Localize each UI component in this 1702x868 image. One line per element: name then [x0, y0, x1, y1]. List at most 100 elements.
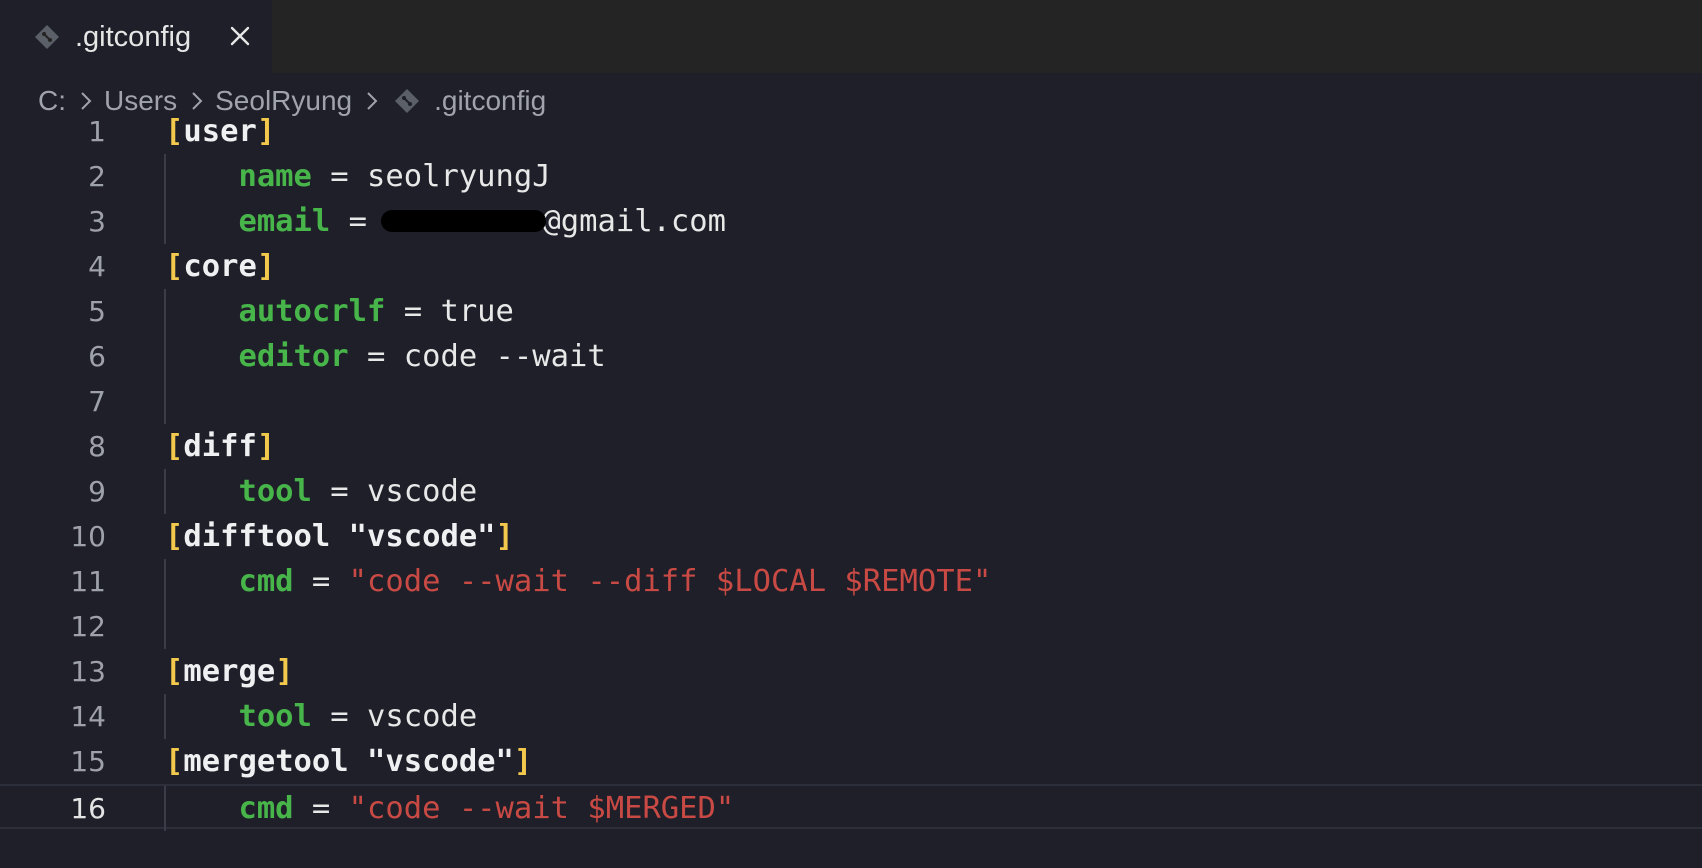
config-string-value: "code --wait --diff $LOCAL $REMOTE": [348, 564, 992, 599]
code-content: [user]: [165, 109, 275, 154]
assign-operator: =: [311, 159, 367, 194]
code-line[interactable]: 7: [0, 379, 1702, 424]
code-content: [core]: [165, 244, 275, 289]
git-file-icon: [35, 25, 59, 49]
assign-operator: =: [330, 204, 386, 239]
config-key: email: [238, 204, 331, 239]
code-content: name = seolryungJ: [165, 154, 551, 199]
redaction-mark: [381, 209, 547, 232]
section-name: difftool "vscode": [183, 519, 496, 554]
config-key: editor: [238, 339, 349, 374]
code-content: [mergetool "vscode"]: [165, 739, 532, 784]
config-value: vscode: [367, 699, 478, 734]
section-name: mergetool "vscode": [183, 744, 514, 779]
line-number: 12: [70, 610, 106, 643]
config-key: tool: [238, 474, 312, 509]
code-content: editor = code --wait: [165, 334, 606, 379]
code-line[interactable]: 2 name = seolryungJ: [0, 154, 1702, 199]
code-line[interactable]: 3 email = @gmail.com: [0, 199, 1702, 244]
indent-guide: [164, 379, 166, 424]
section-bracket-open: [: [165, 249, 184, 284]
section-name: diff: [183, 429, 257, 464]
code-content: tool = vscode: [165, 469, 477, 514]
code-content: cmd = "code --wait --diff $LOCAL $REMOTE…: [165, 559, 991, 604]
tab-title: .gitconfig: [75, 21, 192, 53]
line-number: 14: [70, 700, 106, 733]
code-line[interactable]: 4 [core]: [0, 244, 1702, 289]
assign-operator: =: [293, 791, 349, 826]
section-bracket-close: ]: [495, 519, 514, 554]
config-key: cmd: [238, 791, 294, 826]
section-name: user: [183, 114, 257, 149]
section-bracket-open: [: [165, 519, 184, 554]
config-key: tool: [238, 699, 312, 734]
line-number: 8: [88, 430, 106, 463]
section-bracket-open: [: [165, 654, 184, 689]
line-number: 6: [88, 340, 106, 373]
config-string-value: "code --wait $MERGED": [348, 791, 735, 826]
code-line[interactable]: 14 tool = vscode: [0, 694, 1702, 739]
code-line[interactable]: 16 cmd = "code --wait $MERGED": [0, 784, 1702, 831]
line-number: 2: [88, 160, 106, 193]
line-number: 11: [70, 565, 106, 598]
code-line[interactable]: 13 [merge]: [0, 649, 1702, 694]
section-bracket-close: ]: [256, 249, 276, 284]
line-number: 16: [70, 792, 106, 825]
line-number: 3: [88, 205, 106, 238]
line-number: 5: [88, 295, 106, 328]
section-name: core: [183, 249, 257, 284]
code-line[interactable]: 5 autocrlf = true: [0, 289, 1702, 334]
code-content: [merge]: [165, 649, 294, 694]
code-line[interactable]: 11 cmd = "code --wait --diff $LOCAL $REM…: [0, 559, 1702, 604]
section-bracket-open: [: [165, 744, 184, 779]
line-number: 15: [70, 745, 106, 778]
code-content: email = @gmail.com: [165, 199, 726, 244]
config-value: vscode: [367, 474, 478, 509]
section-bracket-close: ]: [256, 429, 276, 464]
tab-gitconfig[interactable]: .gitconfig: [0, 0, 272, 73]
code-line[interactable]: 6 editor = code --wait: [0, 334, 1702, 379]
code-line[interactable]: 9 tool = vscode: [0, 469, 1702, 514]
code-content: cmd = "code --wait $MERGED": [165, 786, 734, 831]
indent-guide: [164, 604, 166, 649]
code-line[interactable]: 10 [difftool "vscode"]: [0, 514, 1702, 559]
line-number: 13: [70, 655, 106, 688]
close-icon[interactable]: [226, 22, 254, 50]
line-number: 1: [88, 115, 106, 148]
line-number: 7: [88, 385, 106, 418]
code-line[interactable]: 12: [0, 604, 1702, 649]
line-number: 9: [88, 475, 106, 508]
code-line[interactable]: 15 [mergetool "vscode"]: [0, 739, 1702, 784]
config-value: @gmail.com: [542, 204, 727, 239]
code-line[interactable]: 1 [user]: [0, 109, 1702, 154]
section-bracket-close: ]: [256, 114, 276, 149]
config-value: seolryungJ: [367, 159, 551, 194]
section-name: merge: [183, 654, 276, 689]
assign-operator: =: [311, 699, 367, 734]
assign-operator: =: [385, 294, 441, 329]
config-value: true: [440, 294, 514, 329]
section-bracket-open: [: [165, 429, 184, 464]
code-editor[interactable]: 1 [user] 2 name = seolryungJ 3 email = @gma…: [0, 114, 1702, 868]
assign-operator: =: [311, 474, 367, 509]
tab-bar: .gitconfig: [0, 0, 1702, 73]
config-key: cmd: [238, 564, 294, 599]
code-content: [difftool "vscode"]: [165, 514, 514, 559]
code-content: autocrlf = true: [165, 289, 514, 334]
section-bracket-open: [: [165, 114, 184, 149]
config-key: autocrlf: [238, 294, 386, 329]
config-key: name: [238, 159, 312, 194]
code-line[interactable]: 8 [diff]: [0, 424, 1702, 469]
config-value: code --wait: [403, 339, 606, 374]
assign-operator: =: [348, 339, 404, 374]
code-content: [diff]: [165, 424, 275, 469]
section-bracket-close: ]: [513, 744, 533, 779]
section-bracket-close: ]: [275, 654, 294, 689]
